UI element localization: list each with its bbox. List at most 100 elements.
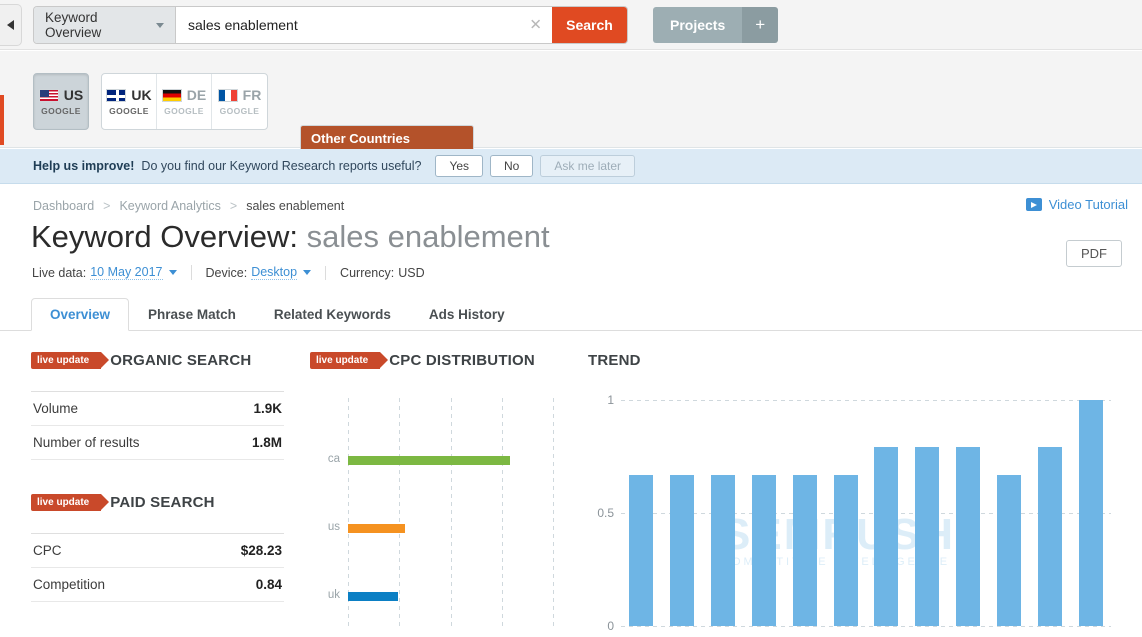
pdf-export-button[interactable]: PDF bbox=[1066, 240, 1122, 267]
live-data-value[interactable]: 10 May 2017 bbox=[90, 265, 162, 280]
cpc-plot-area: 0255075100causuk bbox=[348, 398, 553, 626]
tab-overview[interactable]: Overview bbox=[31, 298, 129, 331]
top-search-bar: Keyword Overview ✕ Search Projects + bbox=[0, 0, 1142, 50]
search-button[interactable]: Search bbox=[552, 7, 627, 43]
database-selector-bar: US GOOGLE UK GOOGLE DE GOOGLE bbox=[0, 51, 1142, 148]
triangle-left-icon bbox=[7, 20, 14, 30]
trend-bar bbox=[670, 475, 694, 626]
close-icon[interactable]: ✕ bbox=[529, 18, 542, 33]
cpc-distribution-chart: 0255075100causuk bbox=[310, 392, 566, 637]
device-value[interactable]: Desktop bbox=[251, 265, 297, 280]
page-title-prefix: Keyword Overview: bbox=[31, 219, 307, 254]
breadcrumb: Dashboard > Keyword Analytics > sales en… bbox=[33, 199, 344, 213]
metric-value: 0.84 bbox=[256, 577, 282, 592]
trend-bar bbox=[997, 475, 1021, 626]
organic-metrics-table: Volume 1.9K Number of results 1.8M bbox=[31, 391, 284, 460]
database-code: US bbox=[64, 87, 83, 103]
trend-bar bbox=[752, 475, 776, 626]
video-tutorial-link[interactable]: Video Tutorial bbox=[1026, 197, 1128, 212]
trend-bar bbox=[1079, 400, 1103, 626]
table-row: CPC $28.23 bbox=[31, 534, 284, 568]
organic-search-panel: live update ORGANIC SEARCH Volume 1.9K N… bbox=[31, 348, 284, 602]
trend-gridline bbox=[621, 626, 1111, 627]
other-countries-title: Other Countries bbox=[301, 126, 473, 151]
chevron-down-icon bbox=[156, 23, 164, 28]
device-group: Device: Desktop bbox=[191, 265, 326, 280]
database-item-fr[interactable]: FR GOOGLE bbox=[212, 74, 267, 129]
tab-ads-history[interactable]: Ads History bbox=[410, 298, 524, 331]
page-title-keyword: sales enablement bbox=[307, 219, 550, 254]
cpc-distribution-title: CPC DISTRIBUTION bbox=[389, 352, 535, 369]
paid-metrics-table: CPC $28.23 Competition 0.84 bbox=[31, 533, 284, 602]
breadcrumb-keyword-analytics[interactable]: Keyword Analytics bbox=[119, 199, 220, 213]
trend-header: TREND bbox=[588, 348, 1128, 372]
feedback-question: Do you find our Keyword Research reports… bbox=[141, 159, 421, 173]
feedback-bold-text: Help us improve! bbox=[33, 159, 134, 173]
breadcrumb-dashboard[interactable]: Dashboard bbox=[33, 199, 94, 213]
add-project-button[interactable]: + bbox=[742, 7, 778, 43]
sidebar-collapse-button[interactable] bbox=[0, 4, 22, 46]
database-item-de[interactable]: DE GOOGLE bbox=[157, 74, 212, 129]
live-data-label: Live data: bbox=[32, 266, 86, 280]
metric-value: 1.8M bbox=[252, 435, 282, 450]
report-tabs: Overview Phrase Match Related Keywords A… bbox=[31, 298, 524, 331]
panel-spacer bbox=[31, 460, 284, 490]
live-update-badge: live update bbox=[310, 352, 380, 369]
feedback-banner: Help us improve! Do you find our Keyword… bbox=[0, 149, 1142, 184]
table-row: Volume 1.9K bbox=[31, 392, 284, 426]
database-item-us[interactable]: US GOOGLE bbox=[33, 73, 89, 130]
report-type-select[interactable]: Keyword Overview bbox=[34, 7, 176, 43]
report-type-label: Keyword Overview bbox=[45, 10, 150, 40]
live-update-badge: live update bbox=[31, 494, 101, 511]
metric-value: $28.23 bbox=[241, 543, 282, 558]
organic-search-title: ORGANIC SEARCH bbox=[110, 352, 251, 369]
cpc-category-label: us bbox=[314, 521, 340, 533]
search-input[interactable] bbox=[176, 8, 552, 42]
chevron-down-icon bbox=[169, 270, 177, 275]
database-code: DE bbox=[187, 87, 206, 103]
table-row: Number of results 1.8M bbox=[31, 426, 284, 460]
cpc-bar-uk bbox=[348, 592, 398, 601]
tabs-divider bbox=[0, 330, 1142, 331]
database-uk-top: UK bbox=[106, 87, 151, 103]
flag-de-icon bbox=[162, 89, 182, 102]
tab-phrase-match[interactable]: Phrase Match bbox=[129, 298, 255, 331]
cpc-gridline bbox=[451, 398, 452, 626]
trend-bar bbox=[629, 475, 653, 626]
metric-label: Competition bbox=[33, 577, 105, 592]
cpc-bar-us bbox=[348, 524, 405, 533]
cpc-gridline bbox=[553, 398, 554, 626]
search-input-wrap: ✕ bbox=[176, 7, 552, 43]
flag-uk-icon bbox=[106, 89, 126, 102]
projects-button[interactable]: Projects bbox=[653, 7, 742, 43]
database-engine: GOOGLE bbox=[41, 106, 81, 116]
breadcrumb-current: sales enablement bbox=[246, 199, 344, 213]
feedback-later-button[interactable]: Ask me later bbox=[540, 155, 635, 177]
trend-y-tick-label: 1 bbox=[588, 393, 614, 407]
metric-value: 1.9K bbox=[253, 401, 282, 416]
search-group: Keyword Overview ✕ Search bbox=[34, 7, 627, 43]
organic-search-header: live update ORGANIC SEARCH bbox=[31, 348, 284, 372]
cpc-gridline bbox=[399, 398, 400, 626]
feedback-no-button[interactable]: No bbox=[490, 155, 533, 177]
trend-y-tick-label: 0.5 bbox=[588, 506, 614, 520]
database-code: UK bbox=[131, 87, 151, 103]
video-tutorial-label: Video Tutorial bbox=[1049, 197, 1128, 212]
paid-search-header: live update PAID SEARCH bbox=[31, 490, 284, 514]
trend-bar bbox=[1038, 447, 1062, 626]
currency-value: USD bbox=[398, 266, 424, 280]
live-update-badge: live update bbox=[31, 352, 101, 369]
trend-title: TREND bbox=[588, 352, 641, 369]
currency-group: Currency: USD bbox=[325, 266, 439, 280]
feedback-yes-button[interactable]: Yes bbox=[435, 155, 483, 177]
table-row: Competition 0.84 bbox=[31, 568, 284, 602]
database-engine: GOOGLE bbox=[220, 106, 260, 116]
app-root: Keyword Overview ✕ Search Projects + US … bbox=[0, 0, 1142, 637]
database-group: UK GOOGLE DE GOOGLE FR GOOGLE bbox=[101, 73, 268, 130]
cpc-distribution-header: live update CPC DISTRIBUTION bbox=[310, 348, 568, 372]
tab-related-keywords[interactable]: Related Keywords bbox=[255, 298, 410, 331]
chevron-down-icon bbox=[303, 270, 311, 275]
accent-sliver bbox=[0, 95, 4, 145]
database-item-uk[interactable]: UK GOOGLE bbox=[102, 74, 157, 129]
device-label: Device: bbox=[206, 266, 248, 280]
